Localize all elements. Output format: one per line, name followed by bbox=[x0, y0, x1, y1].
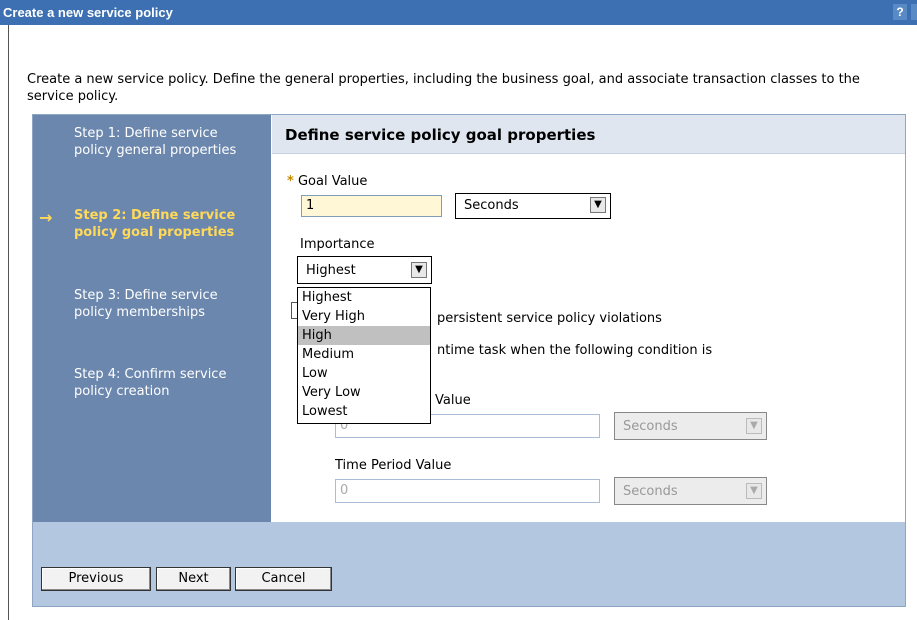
wizard: Step 1: Define service policy general pr… bbox=[32, 114, 906, 607]
goal-value-label-text: Goal Value bbox=[297, 174, 368, 189]
next-button[interactable]: Next bbox=[156, 567, 231, 591]
previous-button[interactable]: Previous bbox=[41, 567, 151, 591]
step-4[interactable]: Step 4: Confirm service policy creation bbox=[74, 366, 259, 400]
importance-option[interactable]: Very High bbox=[298, 307, 430, 326]
step-2-current: Step 2: Define service policy goal prope… bbox=[74, 208, 236, 240]
chevron-down-icon[interactable]: ▼ bbox=[746, 483, 762, 499]
button-bar bbox=[33, 522, 905, 606]
cancel-button[interactable]: Cancel bbox=[235, 567, 332, 591]
wizard-steps: Step 1: Define service policy general pr… bbox=[33, 115, 271, 522]
minimize-icon[interactable] bbox=[911, 4, 917, 20]
time-period-input[interactable]: 0 bbox=[335, 479, 600, 503]
time-period-unit-select[interactable]: Seconds ▼ bbox=[614, 477, 767, 505]
arrow-right-icon: → bbox=[39, 208, 53, 227]
importance-option[interactable]: Very Low bbox=[298, 383, 430, 402]
left-border bbox=[8, 25, 9, 620]
window-title: Create a new service policy bbox=[3, 5, 173, 20]
importance-value: Highest bbox=[306, 263, 356, 278]
section-header: Define service policy goal properties bbox=[272, 115, 905, 154]
time-period-unit-value: Seconds bbox=[623, 484, 678, 499]
chevron-down-icon[interactable]: ▼ bbox=[590, 197, 606, 213]
goal-unit-value: Seconds bbox=[464, 198, 519, 213]
importance-dropdown-list[interactable]: Highest Very High High Medium Low Very L… bbox=[297, 287, 431, 424]
window-titlebar: Create a new service policy ? bbox=[0, 0, 917, 25]
condition-unit-value: Seconds bbox=[623, 419, 678, 434]
violations-checkbox-label: persistent service policy violations bbox=[437, 311, 662, 326]
chevron-down-icon[interactable]: ▼ bbox=[746, 418, 762, 434]
condition-value-label: Value bbox=[435, 393, 471, 408]
importance-option[interactable]: Low bbox=[298, 364, 430, 383]
step-3[interactable]: Step 3: Define service policy membership… bbox=[74, 287, 259, 321]
goal-value-input[interactable]: 1 bbox=[301, 195, 442, 217]
importance-option-highlighted[interactable]: High bbox=[298, 326, 430, 345]
importance-option[interactable]: Medium bbox=[298, 345, 430, 364]
condition-unit-select[interactable]: Seconds ▼ bbox=[614, 412, 767, 440]
intro-text: Create a new service policy. Define the … bbox=[27, 72, 860, 104]
help-icon[interactable]: ? bbox=[893, 4, 907, 20]
importance-option[interactable]: Lowest bbox=[298, 402, 430, 421]
runtime-task-checkbox-label: ntime task when the following condition … bbox=[437, 343, 713, 358]
section-title: Define service policy goal properties bbox=[285, 126, 596, 144]
goal-unit-select[interactable]: Seconds ▼ bbox=[455, 193, 611, 219]
importance-select[interactable]: Highest ▼ bbox=[297, 256, 432, 284]
time-period-label: Time Period Value bbox=[335, 458, 452, 473]
step-1[interactable]: Step 1: Define service policy general pr… bbox=[74, 125, 259, 159]
goal-value-label: * Goal Value bbox=[287, 174, 367, 189]
importance-option[interactable]: Highest bbox=[298, 288, 430, 307]
importance-label: Importance bbox=[300, 237, 375, 252]
required-marker: * bbox=[287, 174, 294, 189]
chevron-down-icon[interactable]: ▼ bbox=[411, 262, 427, 278]
